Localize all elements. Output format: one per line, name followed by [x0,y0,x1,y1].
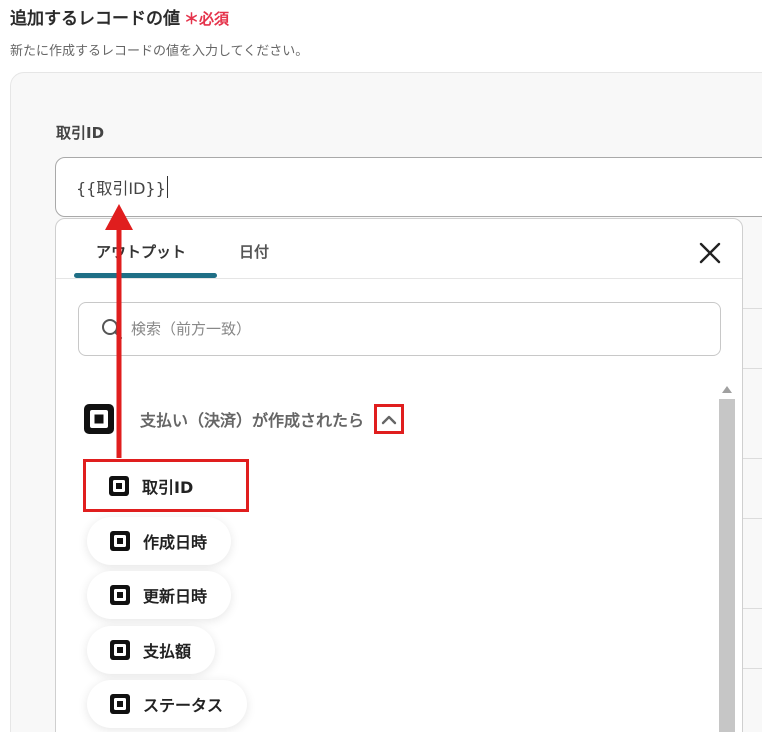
square-app-icon [110,640,130,660]
tab-output[interactable]: アウトプット [96,241,186,262]
trigger-group-header[interactable]: 支払い（決済）が作成されたら [82,401,405,437]
output-item-label: 作成日時 [143,533,208,552]
field-label: 取引ID [56,124,105,142]
output-item-label: ステータス [143,696,224,715]
square-app-icon [110,531,130,551]
scroll-thumb[interactable] [719,399,735,732]
search-box [78,302,721,356]
section-title-text: 追加するレコードの値 [10,9,180,29]
group-title: 支払い（決済）が作成されたら [140,411,365,430]
output-item-label: 取引ID [142,477,194,497]
required-badge: ＊必須 [184,10,230,28]
active-tab-indicator [74,273,217,278]
section-title: 追加するレコードの値 ＊必須 [10,4,229,29]
square-app-icon [109,475,129,496]
record-value-text: {{取引ID}} [76,179,166,198]
background-divider [742,608,762,609]
background-divider [742,668,762,669]
background-divider [742,308,762,309]
output-item-created-at[interactable]: 作成日時 [87,517,232,565]
background-divider [742,458,762,459]
output-item-amount[interactable]: 支払額 [87,626,216,674]
record-value-input[interactable]: {{取引ID}} [55,157,762,217]
square-app-icon [84,404,114,434]
output-item-updated-at[interactable]: 更新日時 [87,571,232,619]
scroll-up-arrow-icon[interactable] [722,386,732,393]
output-item-label: 支払額 [143,642,192,661]
text-caret [166,176,168,198]
square-app-icon [110,585,130,605]
background-divider [742,368,762,369]
square-app-icon [110,694,130,714]
output-item-status[interactable]: ステータス [87,680,248,728]
picker-tabs: アウトプット 日付 [56,219,742,279]
chevron-up-icon [381,415,397,425]
collapse-toggle-button[interactable] [374,404,405,434]
close-icon[interactable] [696,239,724,267]
output-item-transaction-id[interactable]: 取引ID [83,459,249,512]
section-description: 新たに作成するレコードの値を入力してください。 [10,44,309,59]
background-divider [742,518,762,519]
output-item-label: 更新日時 [143,587,208,606]
search-input[interactable] [131,320,691,338]
tab-date[interactable]: 日付 [239,241,269,262]
scrollbar[interactable] [718,382,736,732]
search-icon [102,319,123,340]
